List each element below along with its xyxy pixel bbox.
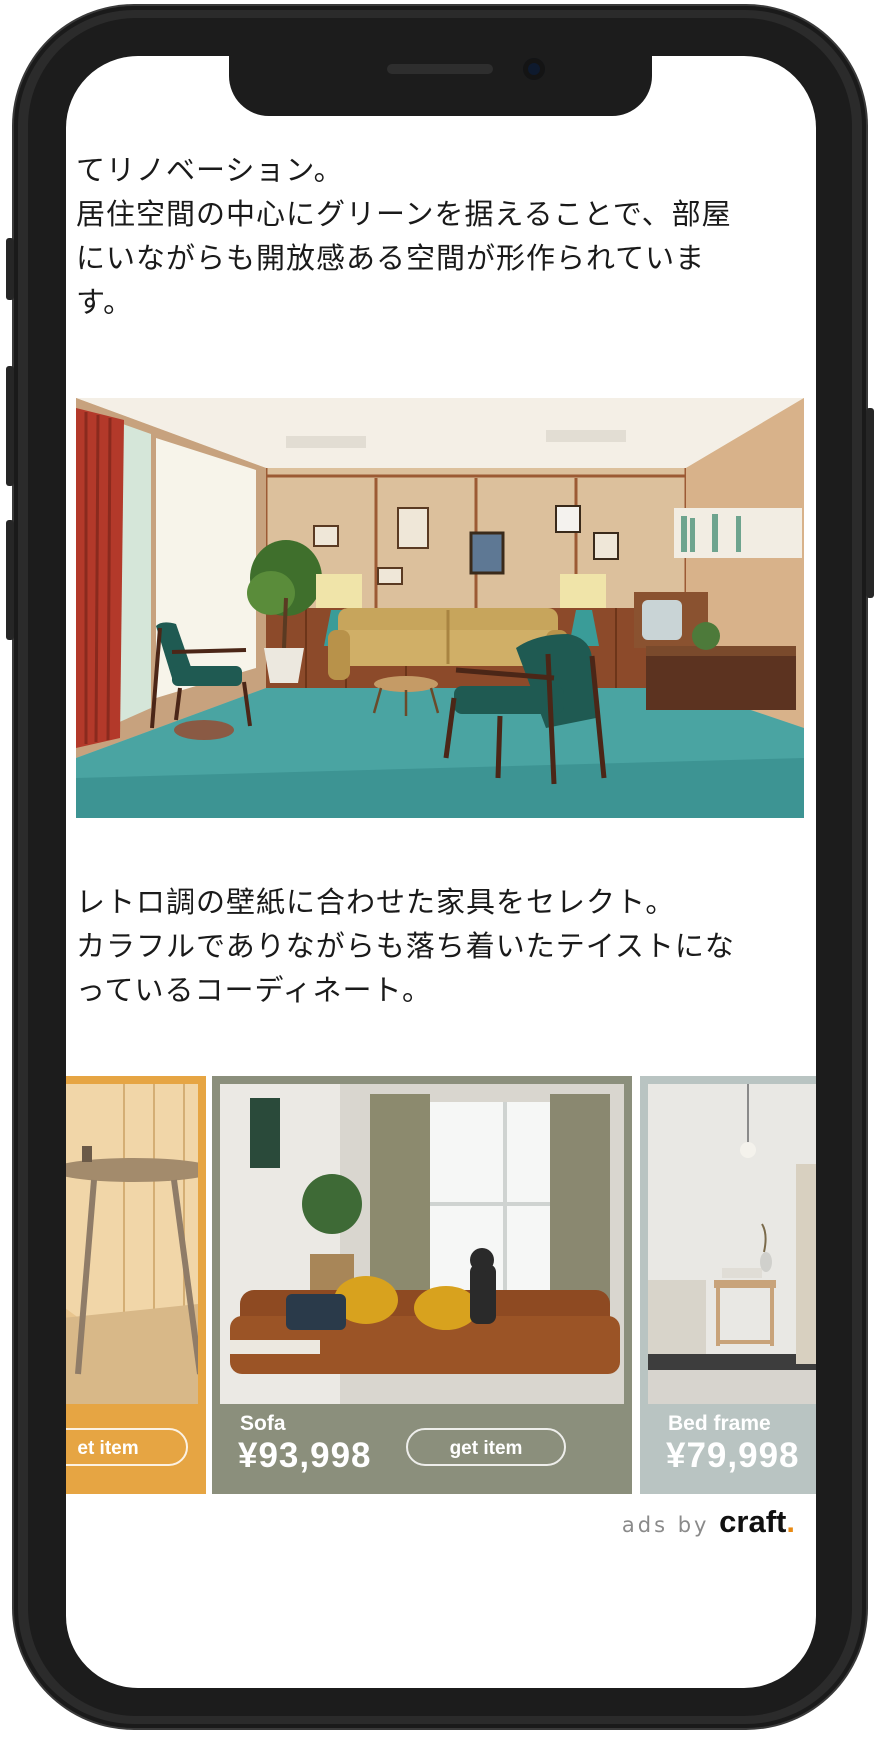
volume-down-button [6,366,14,486]
power-button [866,408,874,598]
craft-logo: craft [719,1504,787,1539]
sofa-photo [220,1084,624,1404]
ad-card-bar: et item [66,1404,198,1486]
paragraph-line: 居住空間の中心にグリーンを据えることで、部屋 [76,197,732,231]
ad-card-bar: Bed frame ¥79,998 [648,1404,816,1486]
ad-card[interactable]: Bed frame ¥79,998 [640,1076,816,1494]
paragraph-line: てリノベーション。 [76,153,344,187]
paragraph-line: にいながらも開放感ある空間が形作られていま [76,241,706,275]
ad-carousel[interactable]: et item Sofa ¥93,998 get item Bed frame … [66,1076,816,1494]
get-item-button[interactable]: et item [66,1428,188,1466]
phone-notch [229,48,652,116]
living-room-photo [76,398,804,818]
product-price: ¥79,998 [666,1436,800,1475]
product-name: Bed frame [668,1412,771,1435]
ad-card[interactable]: et item [66,1076,206,1494]
ad-card[interactable]: Sofa ¥93,998 get item [212,1076,632,1494]
volume-up-button [6,238,14,300]
product-name: Sofa [240,1412,286,1435]
ad-card-bar: Sofa ¥93,998 get item [220,1404,624,1486]
phone-screen: てリノベーション。 居住空間の中心にグリーンを据えることで、部屋 にいながらも開… [66,56,816,1688]
article-paragraph-1: てリノベーション。 居住空間の中心にグリーンを据えることで、部屋 にいながらも開… [76,148,796,324]
ads-by-attribution[interactable]: ads by craft. [622,1504,798,1540]
front-camera [523,58,545,80]
paragraph-line: す。 [76,285,134,319]
bed-frame-photo [648,1084,816,1404]
paragraph-line: レトロ調の壁紙に合わせた家具をセレクト。 [76,885,676,919]
mute-switch [6,520,14,640]
paragraph-line: っているコーディネート。 [76,973,432,1007]
product-price: ¥93,998 [238,1436,372,1475]
article-paragraph-2: レトロ調の壁紙に合わせた家具をセレクト。 カラフルでありながらも落ち着いたテイス… [76,880,796,1012]
speaker-grille [387,64,493,74]
paragraph-line: カラフルでありながらも落ち着いたテイストにな [76,929,735,963]
ads-by-label: ads by [621,1513,710,1537]
get-item-button[interactable]: get item [406,1428,566,1466]
craft-logo-dot: . [786,1504,798,1539]
stool-photo [66,1084,198,1404]
